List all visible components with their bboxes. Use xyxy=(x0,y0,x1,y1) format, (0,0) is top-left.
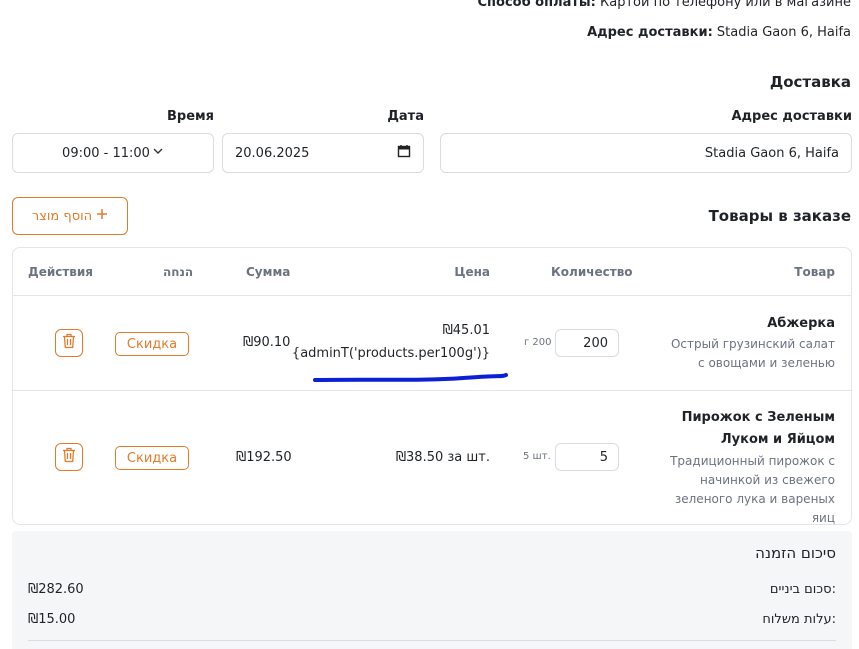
delete-button[interactable] xyxy=(55,443,83,471)
payment-method-value: Картой по телефону или в магазине xyxy=(600,0,851,10)
products-table: Действия הנחה Сумма Цена Количество Това… xyxy=(12,247,852,525)
col-quantity: Количество xyxy=(551,265,633,279)
chevron-down-icon xyxy=(152,145,164,161)
delivery-address-label: Адрес доставки: xyxy=(587,25,713,40)
trash-icon xyxy=(62,447,76,467)
product-description: Острый грузинский салат с овощами и зеле… xyxy=(670,337,835,370)
address-input[interactable]: Stadia Gaon 6, Haifa xyxy=(440,133,852,173)
col-price: Цена xyxy=(454,265,490,279)
payment-method-label: Способ оплаты: xyxy=(477,0,596,10)
summary-title: סיכום הזמנה xyxy=(755,544,836,562)
summary-divider xyxy=(28,640,836,641)
row-divider xyxy=(13,390,851,391)
price-note: {adminT('products.per100g')} xyxy=(291,346,490,361)
order-summary: סיכום הזמנה סכום ביניים: ₪282.60 עלות מש… xyxy=(12,531,852,649)
col-product: Товар xyxy=(794,265,835,279)
delivery-section-title: Доставка xyxy=(769,73,851,91)
shipping-label: עלות משלוח: xyxy=(762,612,836,627)
time-select[interactable]: 09:00 - 11:00 xyxy=(12,133,214,173)
quantity-input[interactable]: 200 xyxy=(555,329,619,357)
date-label: Дата xyxy=(387,109,424,124)
delivery-address-value: Stadia Gaon 6, Haifa xyxy=(716,25,851,40)
unit-price: ₪38.50 за шт. xyxy=(395,450,490,465)
header-divider xyxy=(13,295,851,296)
address-input-value: Stadia Gaon 6, Haifa xyxy=(704,145,839,161)
calendar-icon[interactable] xyxy=(397,144,411,162)
quantity-unit: г 200 xyxy=(524,337,552,348)
date-input-value: 20.06.2025 xyxy=(235,145,310,161)
date-input[interactable]: 20.06.2025 xyxy=(222,133,424,173)
time-label: Время xyxy=(166,109,214,124)
product-name: Абжерка xyxy=(767,316,835,331)
shipping-value: ₪15.00 xyxy=(28,612,76,627)
row-sum: ₪192.50 xyxy=(236,450,292,465)
discount-button[interactable]: Скидка xyxy=(115,332,189,356)
delivery-address-line: Адрес доставки: Stadia Gaon 6, Haifa xyxy=(587,25,851,40)
unit-price: ₪45.01 xyxy=(442,323,490,338)
quantity-unit: 5 шт. xyxy=(523,451,551,462)
subtotal-value: ₪282.60 xyxy=(28,582,84,597)
quantity-input[interactable]: 5 xyxy=(555,443,619,471)
add-product-button[interactable]: הוסף מוצר xyxy=(12,197,128,235)
annotation-underline xyxy=(313,370,509,389)
add-product-label: הוסף מוצר xyxy=(31,208,93,224)
trash-icon xyxy=(62,333,76,353)
row-sum: ₪90.10 xyxy=(243,335,291,350)
products-section-title: Товары в заказе xyxy=(708,207,851,225)
address-label: Адрес доставки xyxy=(731,109,852,124)
product-name: Пирожок с Зеленым Луком и Яйцом xyxy=(681,410,835,447)
subtotal-label: סכום ביניים: xyxy=(769,582,836,597)
time-select-value: 09:00 - 11:00 xyxy=(62,145,150,161)
payment-method-line: Способ оплаты: Картой по телефону или в … xyxy=(477,0,851,10)
product-description: Традиционный пирожок с начинкой из свеже… xyxy=(670,454,835,525)
col-sum: Сумма xyxy=(246,265,291,279)
col-actions: Действия xyxy=(28,265,94,279)
col-discount: הנחה xyxy=(163,265,194,279)
discount-button[interactable]: Скидка xyxy=(115,446,189,470)
plus-icon xyxy=(96,208,108,224)
delete-button[interactable] xyxy=(55,329,83,357)
